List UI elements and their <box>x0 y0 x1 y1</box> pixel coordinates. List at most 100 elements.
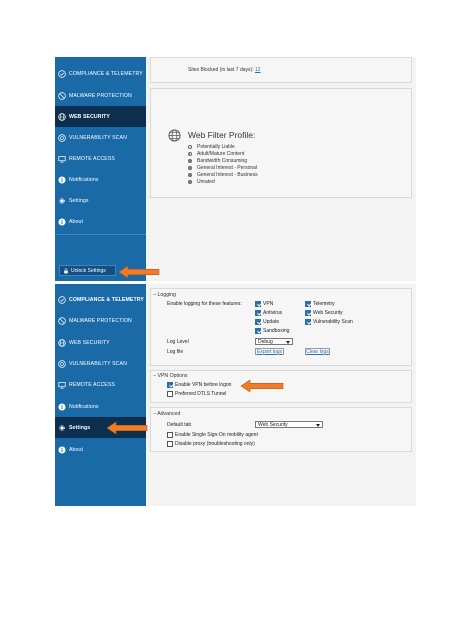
status-dot <box>188 173 192 177</box>
log-level-label: Log Level <box>167 339 189 345</box>
sidebar-item-malware[interactable]: MALWARE PROTECTION <box>55 310 146 331</box>
checkbox-box <box>167 432 173 438</box>
sidebar-item-compliance[interactable]: COMPLIANCE & TELEMETRY <box>55 63 146 84</box>
sidebar-item-label: MALWARE PROTECTION <box>69 92 132 99</box>
info-icon <box>58 175 66 184</box>
malware-icon <box>58 91 66 100</box>
arrow-annotation <box>118 265 160 279</box>
web-filter-item: Bandwidth Consuming <box>188 158 247 164</box>
sidebar-item-about[interactable]: About <box>55 439 146 460</box>
advanced-section: − Advanced Default tab Web Security Enab… <box>150 407 412 452</box>
info-icon <box>58 402 66 411</box>
sidebar-item-web-security[interactable]: WEB SECURITY <box>55 106 146 127</box>
status-dot <box>188 166 192 170</box>
chevron-down-icon <box>316 423 320 427</box>
gear-icon <box>58 197 66 205</box>
sidebar: COMPLIANCE & TELEMETRY MALWARE PROTECTIO… <box>55 57 146 281</box>
checkbox-box <box>305 319 311 325</box>
checkbox-box <box>305 301 311 307</box>
log-antivirus-checkbox[interactable]: Antivirus <box>255 310 282 316</box>
checkbox-box <box>255 310 261 316</box>
log-web-security-checkbox[interactable]: Web Security <box>305 310 343 316</box>
export-logs-button[interactable]: Export logs <box>255 348 284 355</box>
logging-section-title[interactable]: − Logging <box>153 292 176 298</box>
log-level-select[interactable]: Debug <box>255 338 293 345</box>
vpn-options-section-title[interactable]: − VPN Options <box>153 373 187 379</box>
web-filter-title: Web Filter Profile: <box>188 130 256 140</box>
log-vulnerability-scan-checkbox[interactable]: Vulnerability Scan <box>305 319 353 325</box>
logging-section: − Logging Enable logging for these featu… <box>150 288 412 366</box>
web-filter-item: General Interest - Personal <box>188 165 257 171</box>
default-tab-select[interactable]: Web Security <box>255 421 323 428</box>
shield-check-icon <box>58 69 66 78</box>
preferred-dtls-tunnel-checkbox[interactable]: Preferred DTLS Tunnel <box>167 391 226 397</box>
web-filter-item: General Interest - Business <box>188 172 258 178</box>
checkbox-box <box>255 301 261 307</box>
advanced-section-title[interactable]: − Advanced <box>153 411 180 417</box>
checkbox-box <box>255 319 261 325</box>
status-dot <box>188 152 192 156</box>
screenshot-web-security: COMPLIANCE & TELEMETRY MALWARE PROTECTIO… <box>55 57 416 281</box>
malware-icon <box>58 316 66 325</box>
sidebar-item-settings[interactable]: Settings <box>55 190 146 211</box>
sidebar-item-label: About <box>69 446 84 453</box>
log-file-label: Log file <box>167 349 184 355</box>
sidebar-item-vulnerability-scan[interactable]: VULNERABILITY SCAN <box>55 353 146 374</box>
sidebar-item-malware[interactable]: MALWARE PROTECTION <box>55 85 146 106</box>
sidebar-item-label: Settings <box>69 197 89 204</box>
sidebar-item-label: VULNERABILITY SCAN <box>69 134 127 141</box>
sites-blocked-count-link[interactable]: 12 <box>255 67 261 73</box>
info-icon <box>58 217 66 226</box>
sidebar-item-label: VULNERABILITY SCAN <box>69 360 127 367</box>
sidebar-item-label: COMPLIANCE & TELEMETRY <box>69 70 143 77</box>
sidebar-item-vulnerability-scan[interactable]: VULNERABILITY SCAN <box>55 127 146 148</box>
web-filter-panel: Web Filter Profile: Potentially Liable A… <box>150 88 412 198</box>
sidebar-item-label: WEB SECURITY <box>69 339 110 346</box>
sidebar-item-label: MALWARE PROTECTION <box>69 317 132 324</box>
web-filter-item: Potentially Liable <box>188 144 235 150</box>
enable-vpn-before-logon-checkbox[interactable]: Enable VPN before logon <box>167 382 231 388</box>
web-filter-item: Unrated <box>188 179 215 185</box>
arrow-annotation <box>106 421 148 435</box>
chevron-down-icon <box>286 340 290 344</box>
unlock-settings-label: Unlock Settings <box>71 267 106 274</box>
sidebar-item-label: Settings <box>69 424 91 431</box>
status-dot <box>188 159 192 163</box>
monitor-icon <box>58 155 66 163</box>
checkbox-box <box>305 310 311 316</box>
sidebar-item-compliance[interactable]: COMPLIANCE & TELEMETRY <box>55 289 146 310</box>
sidebar-item-remote-access[interactable]: REMOTE ACCESS <box>55 374 146 395</box>
sidebar-item-label: WEB SECURITY <box>69 113 110 120</box>
clear-logs-button[interactable]: Clear logs <box>305 348 330 355</box>
sidebar-item-label: REMOTE ACCESS <box>69 155 115 162</box>
enable-sso-mobility-agent-checkbox[interactable]: Enable Single Sign-On mobility agent <box>167 432 258 438</box>
target-icon <box>58 359 66 368</box>
monitor-icon <box>58 381 66 389</box>
log-telemetry-checkbox[interactable]: Telemetry <box>305 301 335 307</box>
screenshot-settings: COMPLIANCE & TELEMETRY MALWARE PROTECTIO… <box>55 284 416 506</box>
unlock-settings-button[interactable]: Unlock Settings <box>59 265 116 276</box>
sidebar-item-label: Notifications <box>69 403 99 410</box>
sidebar-item-notifications[interactable]: Notifications <box>55 396 146 417</box>
disable-proxy-checkbox[interactable]: Disable proxy (troubleshooting only) <box>167 441 255 447</box>
arrow-annotation <box>240 379 284 393</box>
log-update-checkbox[interactable]: Update <box>255 319 279 325</box>
sidebar-item-notifications[interactable]: Notifications <box>55 169 146 190</box>
sidebar-item-label: About <box>69 218 84 225</box>
sidebar-item-label: COMPLIANCE & TELEMETRY <box>69 296 144 303</box>
sidebar-item-web-security[interactable]: WEB SECURITY <box>55 332 146 353</box>
gear-icon <box>58 424 66 432</box>
default-tab-label: Default tab <box>167 422 192 428</box>
sidebar-divider <box>55 234 146 235</box>
sidebar-item-remote-access[interactable]: REMOTE ACCESS <box>55 148 146 169</box>
checkbox-box <box>167 391 173 397</box>
enable-logging-label: Enable logging for these features: <box>167 301 242 307</box>
globe-icon <box>58 338 66 347</box>
log-sandboxing-checkbox[interactable]: Sandboxing <box>255 328 289 334</box>
sites-blocked-panel: Sites Blocked (in last 7 days): 12 <box>150 57 412 83</box>
log-vpn-checkbox[interactable]: VPN <box>255 301 273 307</box>
sites-blocked-text: Sites Blocked (in last 7 days): 12 <box>188 67 261 73</box>
sidebar-item-label: REMOTE ACCESS <box>69 381 115 388</box>
sidebar-item-about[interactable]: About <box>55 211 146 232</box>
sidebar: COMPLIANCE & TELEMETRY MALWARE PROTECTIO… <box>55 284 146 506</box>
